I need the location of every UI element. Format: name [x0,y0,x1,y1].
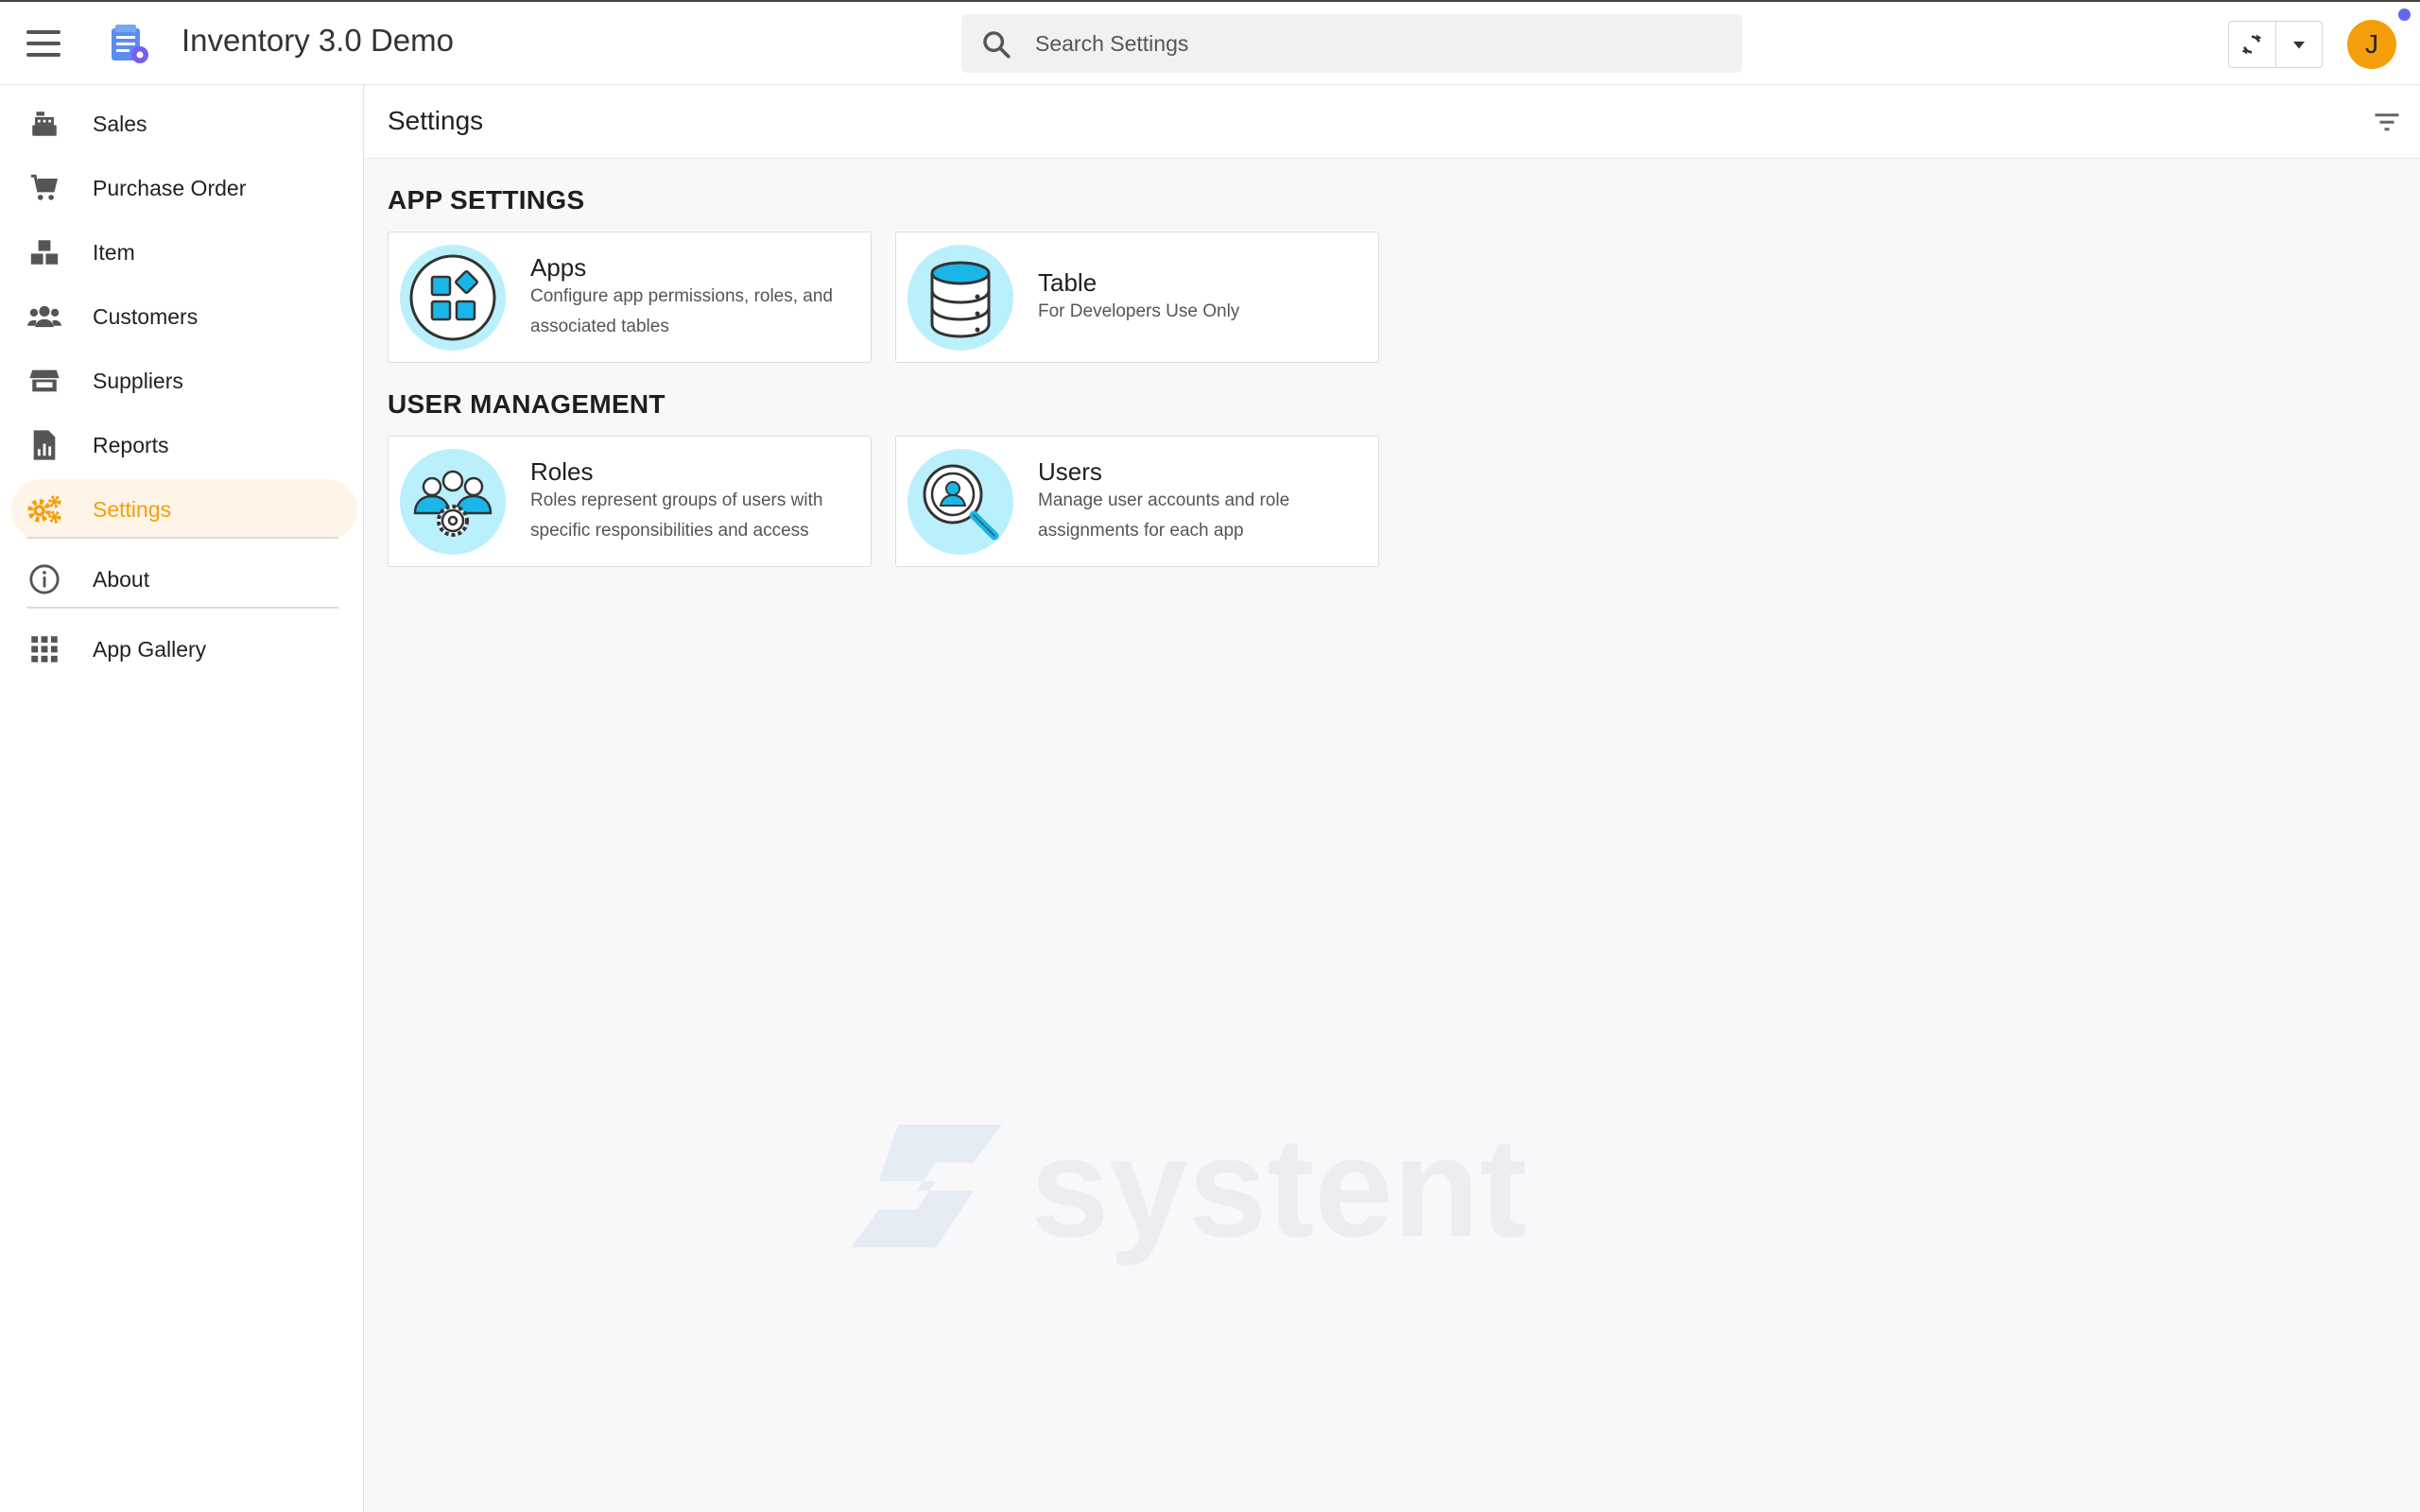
cart-icon [26,169,63,207]
users-icon [26,298,63,335]
card-title: Apps [530,253,587,282]
sidebar-item-item[interactable]: Item [11,222,357,283]
sidebar-item-label: Reports [93,432,169,457]
sidebar-item-label: Customers [93,303,199,329]
sidebar: Sales Purchase Order Item Customers Supp… [0,85,364,1512]
sync-dropdown-button[interactable] [2274,22,2322,67]
sidebar-divider [26,537,338,539]
sync-icon [2241,34,2262,55]
roles-icon [400,449,506,555]
filter-icon[interactable] [2373,110,2401,134]
notification-dot [2398,9,2411,21]
sidebar-item-label: About [93,566,150,592]
app-title: Inventory 3.0 Demo [182,23,454,58]
top-bar: Inventory 3.0 Demo J [0,0,2420,85]
cash-register-icon [26,105,63,143]
search-box[interactable] [961,14,1742,73]
boxes-icon [26,233,63,271]
sidebar-divider [26,607,338,609]
watermark-text: systent [1030,1115,1527,1266]
section-title-app-settings: APP SETTINGS [388,185,585,215]
info-icon [26,560,63,598]
sidebar-item-about[interactable]: About [11,549,357,610]
card-title: Roles [530,457,594,486]
card-description: Manage user accounts and role assignment… [1038,490,1290,541]
sidebar-item-label: Settings [93,496,172,522]
settings-card-users[interactable]: Users Manage user accounts and role assi… [895,436,1379,567]
systent-watermark-logo: systent [851,1115,1527,1266]
page-header: Settings [365,85,2420,159]
database-icon [908,245,1013,351]
gears-icon [26,490,63,528]
sidebar-item-sales[interactable]: Sales [11,94,357,154]
page-title: Settings [388,106,484,135]
store-icon [26,362,63,400]
card-description: For Developers Use Only [1038,301,1240,321]
sidebar-item-label: Sales [93,111,147,136]
card-description: Roles represent groups of users with spe… [530,490,823,541]
user-search-icon [908,449,1013,555]
sidebar-item-reports[interactable]: Reports [11,415,357,475]
card-description: Configure app permissions, roles, and as… [530,286,834,336]
app-logo [112,25,148,63]
sidebar-item-suppliers[interactable]: Suppliers [11,351,357,411]
settings-card-table[interactable]: Table For Developers Use Only [895,232,1379,363]
section-title-user-management: USER MANAGEMENT [388,389,666,419]
grid-icon [26,630,63,668]
sidebar-item-app-gallery[interactable]: App Gallery [11,619,357,679]
sidebar-item-label: Suppliers [93,368,183,393]
avatar[interactable]: J [2347,20,2396,69]
sidebar-item-label: Item [93,239,135,265]
caret-down-icon [2292,42,2305,49]
sync-button-group [2228,21,2323,68]
card-title: Table [1038,268,1098,297]
settings-card-apps[interactable]: Apps Configure app permissions, roles, a… [388,232,872,363]
sidebar-item-purchase-order[interactable]: Purchase Order [11,158,357,218]
sidebar-item-customers[interactable]: Customers [11,286,357,347]
search-icon [983,31,1011,59]
sidebar-item-settings[interactable]: Settings [11,479,357,540]
apps-icon [400,245,506,351]
settings-card-roles[interactable]: Roles Roles represent groups of users wi… [388,436,872,567]
menu-icon[interactable] [26,30,60,57]
report-icon [26,426,63,464]
card-title: Users [1038,457,1102,486]
sidebar-item-label: App Gallery [93,636,207,662]
sidebar-item-label: Purchase Order [93,175,247,200]
search-input[interactable] [1035,14,1716,73]
sync-button[interactable] [2229,22,2275,67]
